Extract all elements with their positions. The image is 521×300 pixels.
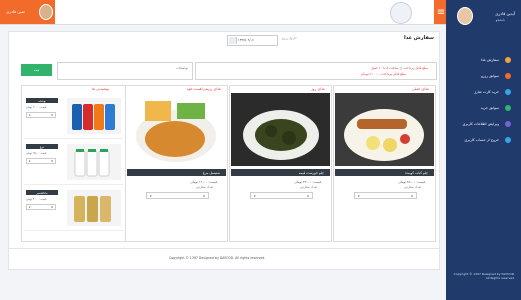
dairy-drinks-image [67,144,121,180]
top-avatar[interactable] [39,4,53,20]
sidebar-item-label: خروج از حساب کاربری [464,138,499,142]
user-edit-icon [505,121,511,127]
sidebar-profile: آیدین قادری دانشجو [446,0,521,30]
card-dish-name: چلو خورشت قیمه [231,169,330,176]
chevron-down-icon[interactable]: ▾ [29,113,30,117]
sidebar-item-label: ویرایش اطلاعات کاربری [462,122,499,126]
date-label: تاریخ رزرو: [282,36,298,40]
drink-item: ماءالشعیر قیمت: ۴۰۰۰ تومان ▾ 0 [24,186,123,231]
top-user-name: ثمین قادری [6,9,25,14]
sidebar-item-order-food[interactable]: سفارش غذا [446,52,521,68]
card-qty-label: تعداد سفارش [403,185,421,189]
sidebar-item-label: سوابق خرید [480,106,499,110]
card-category: غذای اصلی [412,87,429,91]
page-title: سفارش غذا [404,35,434,41]
sidebar-menu: سفارش غذا سوابق رزرو خرید کارت شارژ سواب… [446,52,521,148]
card-icon [505,89,511,95]
quantity-value: 0 [307,193,309,198]
quantity-value: 0 [411,193,413,198]
drink-item: نوشابه قیمت: ۳۰۰۰ تومان ▾ 0 [24,94,123,139]
chevron-down-icon[interactable]: ▾ [150,194,152,198]
card-category: غذای روز [311,87,325,91]
quantity-value: 0 [51,205,53,209]
card-dish-name: شنیسل مرغ [127,169,226,176]
drink-price: قیمت: ۴۰۰۰ تومان [26,198,47,201]
date-picker[interactable]: ۱۳۹۷/۰۹/۰۶ [227,35,278,46]
sidebar-footer: Copyright © 1397 Designed by DAYCOD. All… [453,272,515,280]
avatar[interactable] [457,7,473,25]
chevron-down-icon[interactable]: ▾ [358,194,360,198]
kebab-image [335,93,434,166]
chevron-down-icon[interactable]: ▾ [254,194,256,198]
logout-icon [505,137,511,143]
food-card: غذای رژیمی/فست فود شنیسل مرغ قیمت: ۱۹۰۰۰… [125,85,228,242]
drinks-panel: نوشیدنی ها نوشابه قیمت: ۳۰۰۰ تومان ▾ 0 د… [21,85,126,242]
submit-button[interactable]: ثبت [21,64,52,76]
quantity-stepper[interactable]: ▾ 0 [146,192,209,199]
chevron-down-icon[interactable]: ▾ [29,159,30,163]
quantity-stepper[interactable]: ▾ 0 [26,158,56,164]
sidebar-item-purchase-history[interactable]: سوابق خرید [446,100,521,116]
card-dish-name: چلو کباب کوبیده [335,169,434,176]
footer-text: Copyright © 1397 Designed by DAYCOD. All… [169,256,266,260]
chevron-down-icon[interactable]: ▾ [29,205,30,209]
food-card: غذای روز چلو خورشت قیمه قیمت: ۲۳۰۰۰ توما… [229,85,332,242]
sidebar-user-role: دانشجو [495,18,505,22]
sidebar-item-label: سفارش غذا [481,58,499,62]
notice-line-2: مبلغ قابل پرداخت: ۲۰۰۰۰ تومان [360,72,406,76]
top-bar: ثمین قادری ≡ [0,0,521,25]
notice-line-1: مبلغ قابل پرداخت از ساعت ۸ تا ۱۰ صبح [371,66,428,70]
calendar-icon[interactable] [229,37,237,44]
sidebar-item-edit-profile[interactable]: ویرایش اطلاعات کاربری [446,116,521,132]
malt-drinks-image [67,190,121,226]
sidebar-item-charge-card[interactable]: خرید کارت شارژ [446,84,521,100]
sidebar: آیدین قادری دانشجو سفارش غذا سوابق رزرو … [446,0,521,300]
sidebar-item-logout[interactable]: خروج از حساب کاربری [446,132,521,148]
quantity-value: 0 [51,113,53,117]
top-user-badge[interactable]: ثمین قادری [0,0,55,24]
quantity-stepper[interactable]: ▾ 0 [354,192,417,199]
sidebar-item-label: خرید کارت شارژ [474,90,499,94]
card-qty-label: تعداد سفارش [195,185,213,189]
stew-image [231,93,330,166]
university-seal-icon [390,2,412,24]
food-icon [505,57,511,63]
card-qty-label: تعداد سفارش [299,185,317,189]
receipt-icon [505,105,511,111]
drink-price: قیمت: ۲۵۰۰ تومان [26,152,47,155]
quantity-value: 0 [51,159,53,163]
notes-field[interactable]: توضیحات [57,62,193,80]
quantity-stepper[interactable]: ▾ 0 [26,112,56,118]
drink-price: قیمت: ۳۰۰۰ تومان [26,106,47,109]
card-price: قیمت: ۲۳۰۰۰ تومان [294,180,321,184]
drink-name: نوشابه [26,98,58,103]
quantity-value: 0 [203,193,205,198]
drink-name: دوغ [26,144,58,149]
sidebar-item-reservation-history[interactable]: سوابق رزرو [446,68,521,84]
date-value: ۱۳۹۷/۰۹/۰۶ [238,38,254,42]
quantity-stepper[interactable]: ▾ 0 [26,204,56,210]
drinks-title: نوشیدنی ها [92,87,109,91]
notes-label: توضیحات [175,66,188,70]
footer: Copyright © 1397 Designed by DAYCOD. All… [8,248,440,270]
card-category: غذای رژیمی/فست فود [186,87,221,91]
schnitzel-image [127,93,226,166]
food-card: غذای اصلی چلو کباب کوبیده قیمت: ۲۵۰۰۰ تو… [333,85,436,242]
payment-notice: مبلغ قابل پرداخت از ساعت ۸ تا ۱۰ صبح مبل… [195,62,437,80]
soda-cans-image [67,98,121,134]
drink-name: ماءالشعیر [26,190,58,195]
sidebar-user-name: آیدین قادری [495,11,515,16]
card-price: قیمت: ۱۹۰۰۰ تومان [190,180,217,184]
history-icon [505,73,511,79]
sidebar-item-label: سوابق رزرو [481,74,499,78]
order-panel: سفارش غذا ۱۳۹۷/۰۹/۰۶ تاریخ رزرو: مبلغ قا… [8,31,440,253]
card-price: قیمت: ۲۵۰۰۰ تومان [398,180,425,184]
drink-item: دوغ قیمت: ۲۵۰۰ تومان ▾ 0 [24,140,123,185]
quantity-stepper[interactable]: ▾ 0 [250,192,313,199]
